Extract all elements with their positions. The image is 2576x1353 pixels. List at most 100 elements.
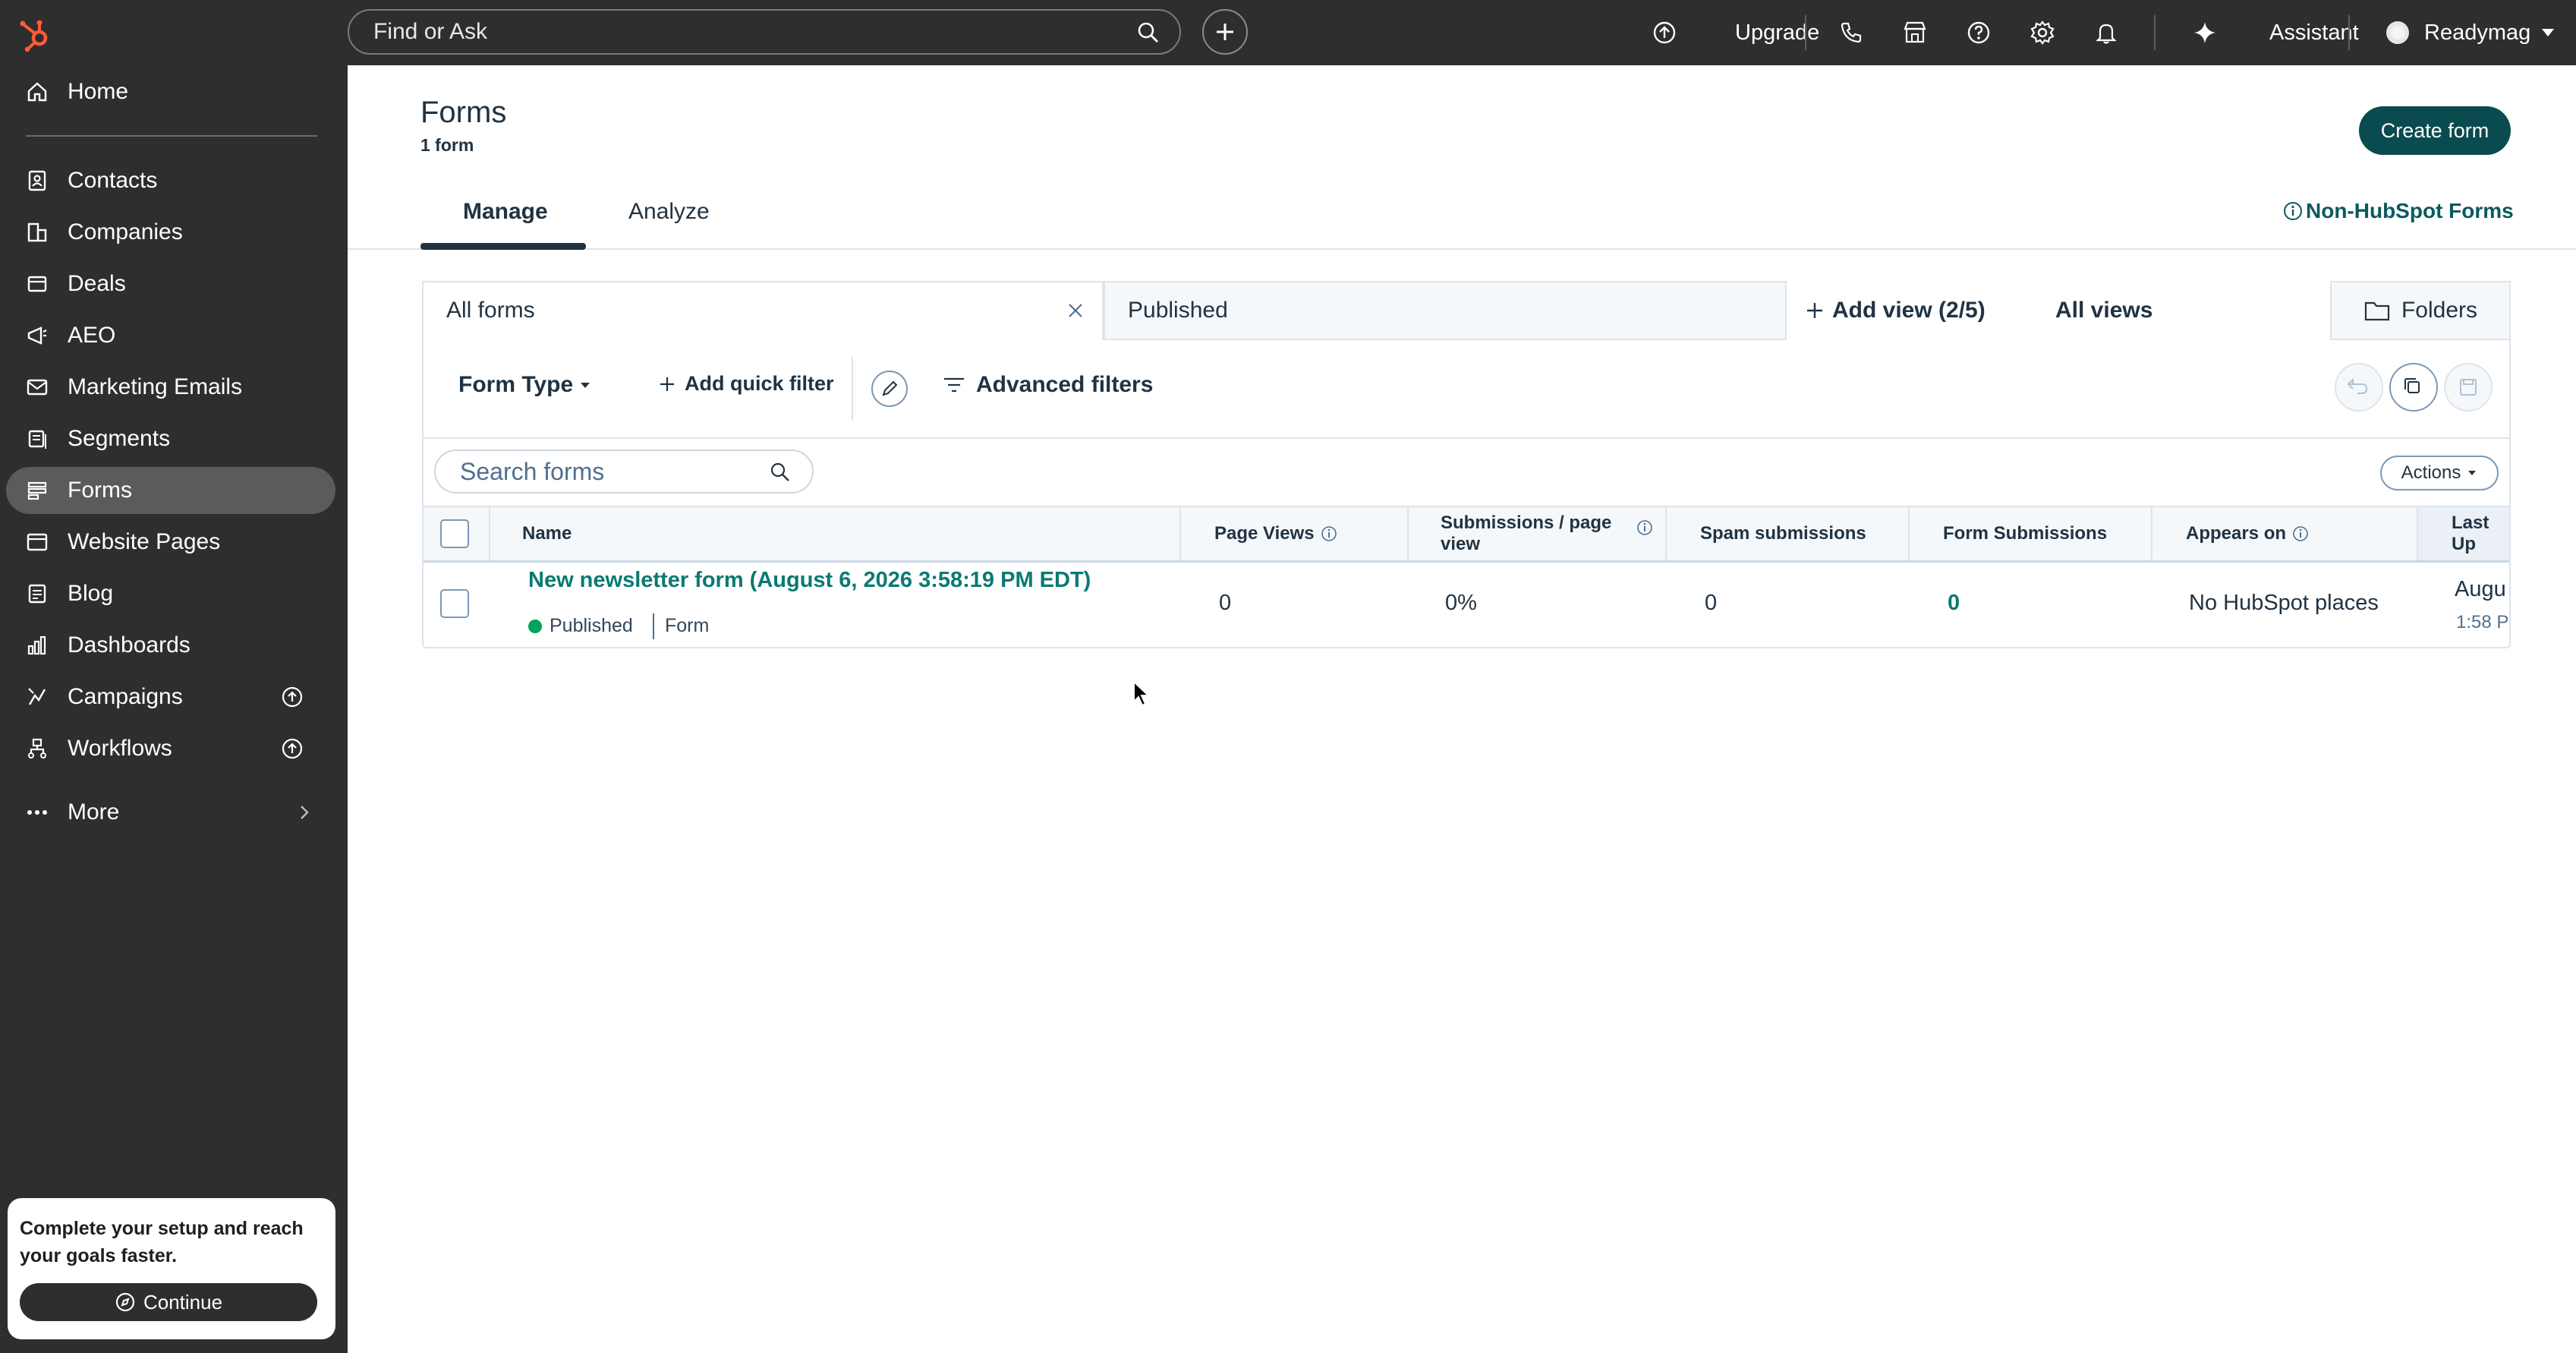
create-new-button[interactable] xyxy=(1202,9,1248,55)
undo-button[interactable] xyxy=(2335,363,2383,412)
assistant-sparkle-icon[interactable] xyxy=(2192,20,2218,46)
column-header-name[interactable]: Name xyxy=(522,507,572,560)
row-checkbox[interactable] xyxy=(440,589,469,618)
advanced-filters-button[interactable]: Advanced filters xyxy=(943,372,1153,398)
folders-label: Folders xyxy=(2401,298,2478,323)
companies-icon xyxy=(27,222,47,242)
sidebar-item-label: More xyxy=(68,800,120,825)
topbar-separator xyxy=(1805,15,1806,50)
info-icon[interactable] xyxy=(1636,519,1653,536)
view-tab-published[interactable]: Published xyxy=(1104,281,1787,340)
form-name-link[interactable]: New newsletter form (August 6, 2026 3:58… xyxy=(528,568,1091,593)
table-header: Name Page Views Submissions / page view … xyxy=(424,506,2509,563)
info-icon[interactable] xyxy=(1321,525,1337,542)
column-header-appears-on[interactable]: Appears on xyxy=(2186,507,2309,560)
last-updated-date-cell: Augu xyxy=(2455,577,2506,601)
status-separator xyxy=(653,613,654,639)
view-tab-all-forms[interactable]: All forms xyxy=(422,281,1104,340)
search-placeholder: Find or Ask xyxy=(373,19,488,44)
phone-icon[interactable] xyxy=(1838,20,1864,46)
form-type-filter[interactable]: Form Type xyxy=(458,372,591,398)
sidebar-item-label: Deals xyxy=(68,271,126,296)
sidebar-item-marketing-emails[interactable]: Marketing Emails xyxy=(6,364,335,411)
add-view-button[interactable]: Add view (2/5) xyxy=(1805,281,1986,340)
sidebar-item-label: Forms xyxy=(68,478,132,503)
save-view-button[interactable] xyxy=(2444,363,2493,412)
column-header-spam-submissions[interactable]: Spam submissions xyxy=(1700,507,1866,560)
sidebar-item-aeo[interactable]: AEO xyxy=(6,312,335,359)
sidebar-divider xyxy=(26,135,317,137)
sidebar-item-more[interactable]: More xyxy=(6,789,335,836)
sidebar-item-label: Campaigns xyxy=(68,684,183,709)
folders-button[interactable]: Folders xyxy=(2330,281,2511,340)
column-separator xyxy=(1665,507,1667,560)
upgrade-icon xyxy=(282,686,303,708)
sidebar-item-workflows[interactable]: Workflows xyxy=(6,725,335,772)
sidebar-item-label: Home xyxy=(68,79,129,104)
account-name[interactable]: Readymag xyxy=(2424,0,2530,65)
settings-gear-icon[interactable] xyxy=(2030,20,2055,46)
sidebar-item-contacts[interactable]: Contacts xyxy=(6,157,335,204)
info-icon xyxy=(2284,202,2302,220)
more-icon xyxy=(27,810,47,815)
plus-icon xyxy=(1807,303,1822,318)
sidebar-item-blog[interactable]: Blog xyxy=(6,570,335,617)
add-quick-filter-button[interactable]: Add quick filter xyxy=(659,372,834,396)
status-badge: Published xyxy=(550,615,633,636)
sidebar-item-deals[interactable]: Deals xyxy=(6,260,335,308)
select-all-checkbox[interactable] xyxy=(440,519,469,548)
folder-icon xyxy=(2364,301,2390,321)
marketplace-icon[interactable] xyxy=(1902,20,1928,46)
quick-filter-label: Add quick filter xyxy=(685,372,834,395)
caret-down-icon[interactable] xyxy=(2540,26,2556,39)
column-separator xyxy=(2151,507,2152,560)
caret-down-icon xyxy=(581,383,590,388)
column-header-page-views[interactable]: Page Views xyxy=(1214,507,1337,560)
website-pages-icon xyxy=(27,533,48,551)
continue-button[interactable]: Continue xyxy=(20,1283,317,1321)
form-count: 1 form xyxy=(420,135,474,155)
table-overflow-mask xyxy=(2511,501,2576,653)
sidebar-item-dashboards[interactable]: Dashboards xyxy=(6,622,335,669)
column-header-submissions-per-view[interactable]: Submissions / page view xyxy=(1441,507,1630,560)
plus-icon xyxy=(1217,24,1233,40)
clone-view-button[interactable] xyxy=(2389,363,2438,412)
sidebar-item-label: Workflows xyxy=(68,736,172,761)
assistant-label[interactable]: Assistant xyxy=(2269,0,2359,65)
edit-filters-button[interactable] xyxy=(871,371,908,407)
segments-icon xyxy=(28,430,46,449)
form-submissions-link[interactable]: 0 xyxy=(1948,591,1960,616)
upgrade-icon[interactable] xyxy=(1652,20,1677,46)
setup-text: Complete your setup and reach your goals… xyxy=(20,1218,304,1266)
plus-icon xyxy=(660,377,674,391)
continue-label: Continue xyxy=(143,1290,223,1314)
hubspot-logo-icon[interactable] xyxy=(17,17,53,53)
tab-manage[interactable]: Manage xyxy=(463,199,548,225)
search-icon[interactable] xyxy=(1137,21,1160,44)
sidebar-item-segments[interactable]: Segments xyxy=(6,415,335,462)
global-search-input[interactable]: Find or Ask xyxy=(348,9,1181,55)
sidebar-item-website-pages[interactable]: Website Pages xyxy=(6,519,335,566)
search-forms-input[interactable]: Search forms xyxy=(434,449,814,494)
tab-analyze[interactable]: Analyze xyxy=(628,199,710,225)
sidebar-item-companies[interactable]: Companies xyxy=(6,209,335,256)
non-hubspot-forms-link[interactable]: Non-HubSpot Forms xyxy=(2283,199,2514,223)
deals-icon xyxy=(27,276,47,292)
filter-divider xyxy=(852,357,853,421)
info-icon[interactable] xyxy=(2292,525,2309,542)
close-icon[interactable] xyxy=(1066,301,1085,320)
sidebar-item-campaigns[interactable]: Campaigns xyxy=(6,673,335,721)
sidebar-item-home[interactable]: Home xyxy=(6,68,335,115)
notifications-bell-icon[interactable] xyxy=(2093,20,2119,46)
add-view-label: Add view (2/5) xyxy=(1832,298,1986,323)
column-header-form-submissions[interactable]: Form Submissions xyxy=(1943,507,2107,560)
all-views-link[interactable]: All views xyxy=(2055,281,2152,340)
create-form-button[interactable]: Create form xyxy=(2359,106,2511,155)
actions-dropdown[interactable]: Actions xyxy=(2380,456,2499,490)
sidebar-item-forms[interactable]: Forms xyxy=(6,467,335,514)
help-icon[interactable] xyxy=(1966,20,1992,46)
topbar-separator xyxy=(2154,15,2156,50)
avatar[interactable] xyxy=(2385,20,2411,46)
upgrade-label[interactable]: Upgrade xyxy=(1735,0,1819,65)
column-header-last-updated[interactable]: Last Up xyxy=(2452,507,2509,560)
